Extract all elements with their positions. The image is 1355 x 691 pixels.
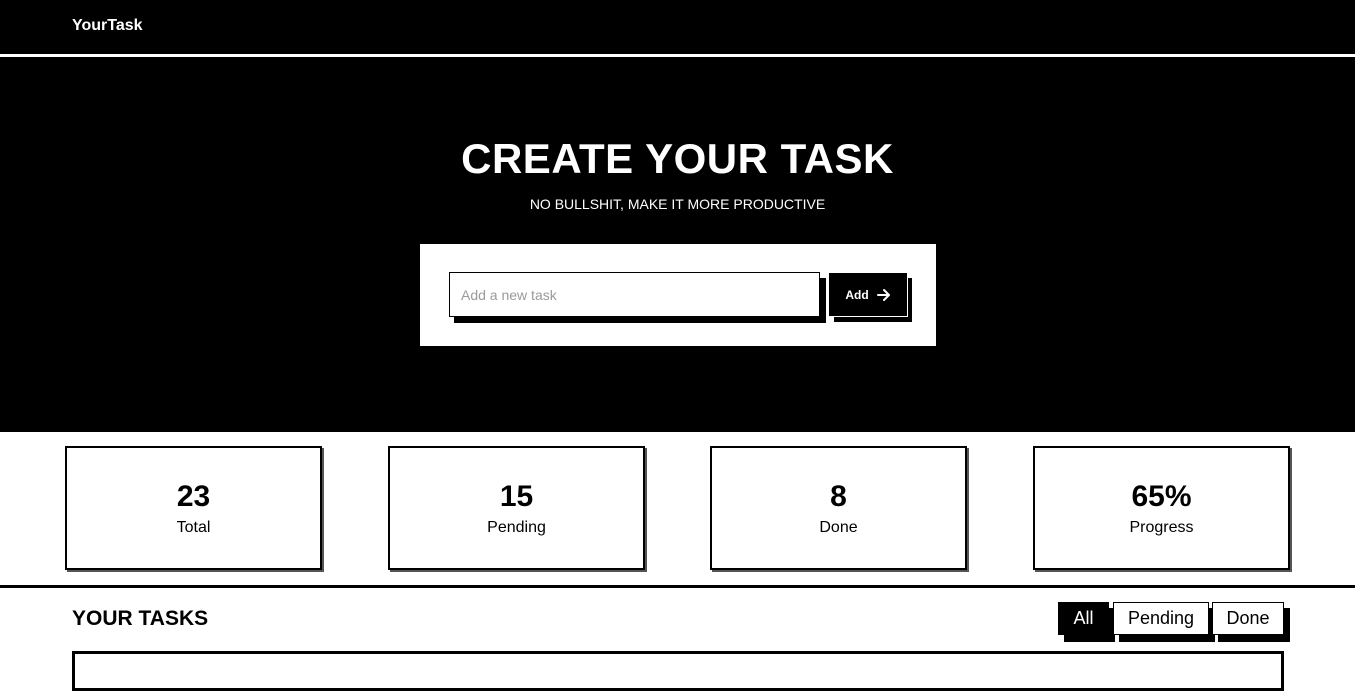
- stat-value: 8: [830, 480, 847, 513]
- add-task-form: Add: [420, 244, 936, 346]
- stat-label: Total: [176, 519, 211, 536]
- tasks-section-title: YOUR TASKS: [72, 607, 209, 630]
- navbar: YourTask: [0, 0, 1355, 54]
- filter-pending-button[interactable]: Pending: [1113, 602, 1209, 635]
- arrow-right-icon: [876, 288, 890, 301]
- navbar-divider: [0, 54, 1355, 56]
- stat-card-total: 23 Total: [65, 446, 322, 570]
- stat-label: Pending: [487, 519, 546, 536]
- hero-subtitle: NO BULLSHIT, MAKE IT MORE PRODUCTIVE: [529, 196, 826, 212]
- new-task-input[interactable]: [449, 272, 820, 317]
- stat-label: Done: [819, 519, 858, 536]
- task-list: [72, 651, 1284, 691]
- filter-all-button[interactable]: All: [1058, 602, 1109, 635]
- hero-title: CREATE YOUR TASK: [461, 135, 894, 182]
- stat-value: 23: [176, 480, 211, 513]
- stat-label: Progress: [1129, 519, 1194, 536]
- stat-card-done: 8 Done: [710, 446, 967, 570]
- hero-section: CREATE YOUR TASK NO BULLSHIT, MAKE IT MO…: [0, 57, 1355, 432]
- add-task-button[interactable]: Add: [828, 272, 908, 317]
- filter-done-button[interactable]: Done: [1212, 602, 1284, 635]
- stat-card-progress: 65% Progress: [1033, 446, 1290, 570]
- stat-value: 65%: [1131, 480, 1192, 513]
- add-button-label: Add: [845, 287, 869, 302]
- stat-card-pending: 15 Pending: [388, 446, 645, 570]
- section-divider: [0, 585, 1355, 588]
- brand-logo[interactable]: YourTask: [72, 17, 143, 35]
- stat-value: 15: [499, 480, 534, 513]
